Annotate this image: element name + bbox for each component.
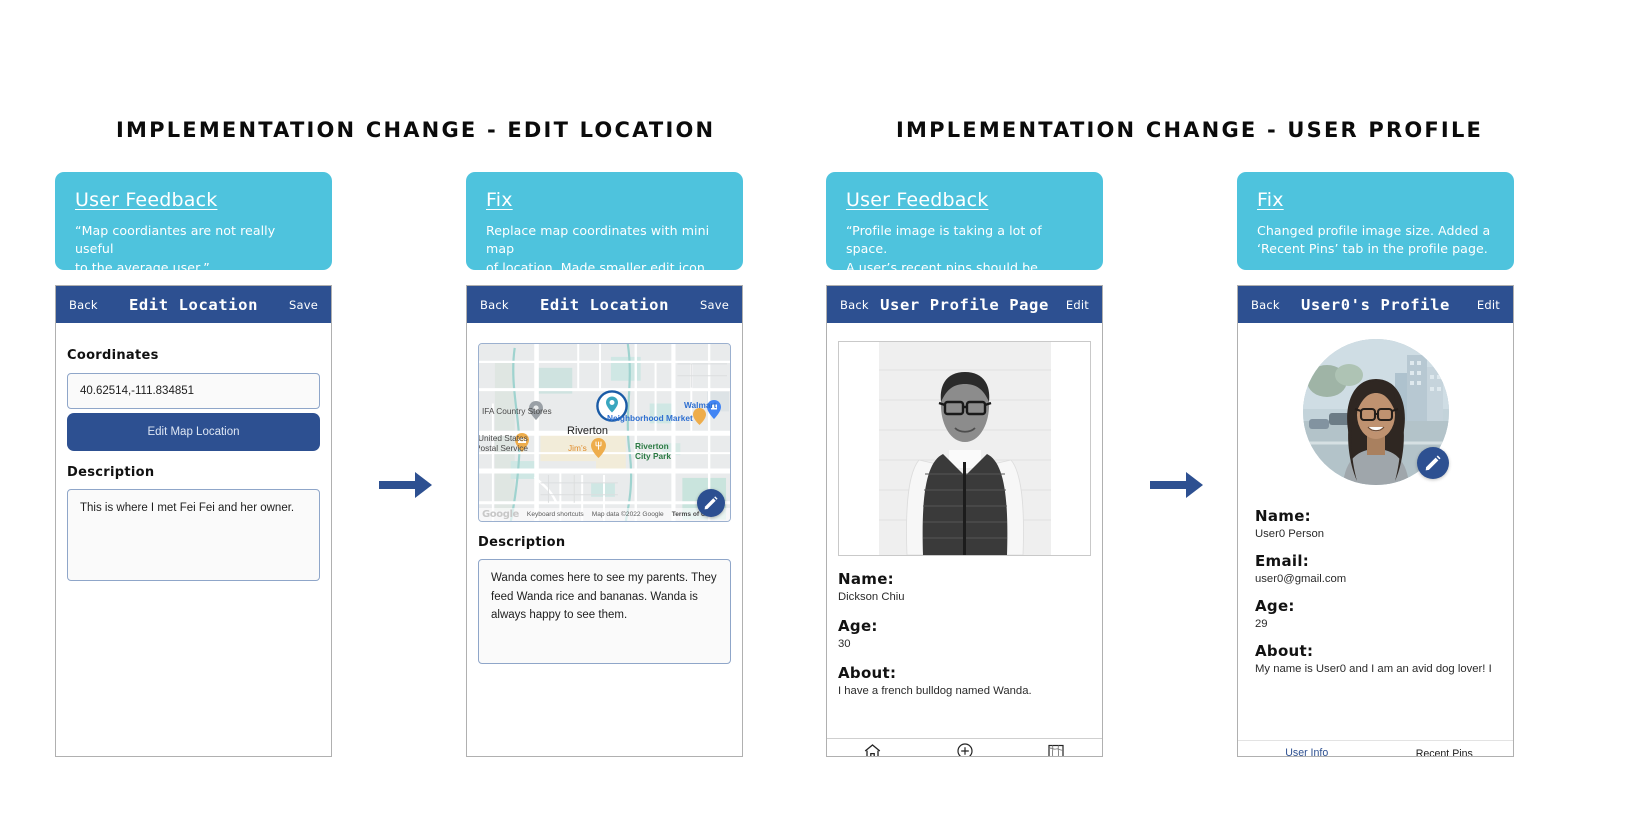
profile-fields: Name: Dickson Chiu Age: 30 About: I have…: [838, 570, 1091, 697]
tab-recent-pins[interactable]: Recent Pins: [1376, 748, 1514, 757]
map-data-text: Map data ©2022 Google: [591, 511, 664, 518]
mini-map[interactable]: IFA Country Stores Walmart Neighborhood …: [478, 343, 731, 522]
google-logo: Google: [482, 509, 519, 520]
keyboard-shortcuts-link[interactable]: Keyboard shortcuts: [527, 511, 584, 518]
name-value: Dickson Chiu: [838, 591, 905, 603]
map-label-riverton-park-line2: City Park: [635, 451, 671, 461]
back-button[interactable]: Back: [1251, 298, 1281, 312]
arrow-right-icon-2: [1150, 470, 1204, 505]
callout-body: Changed profile image size. Added a ‘Rec…: [1257, 223, 1491, 257]
edit-button[interactable]: Edit: [1470, 298, 1500, 312]
tab-add-dog[interactable]: Add Dog: [919, 743, 1011, 756]
page-title: Edit Location: [128, 295, 259, 314]
save-button[interactable]: Save: [699, 298, 729, 312]
callout-heading: Fix: [1257, 189, 1284, 211]
email-label: Email:: [1255, 552, 1310, 570]
avatar: [1302, 339, 1449, 485]
name-label: Name:: [838, 570, 894, 588]
page-title: User Profile Page: [880, 295, 1049, 314]
email-value: user0@gmail.com: [1255, 573, 1347, 585]
home-icon: [865, 743, 881, 756]
back-button[interactable]: Back: [840, 298, 870, 312]
tab-user-info[interactable]: User Info: [1238, 747, 1376, 757]
edit-button[interactable]: Edit: [1059, 298, 1089, 312]
back-button[interactable]: Back: [69, 298, 99, 312]
arrow-right-icon-1: [379, 470, 433, 505]
edit-avatar-fab[interactable]: [1416, 447, 1449, 479]
profile-segment-tabs: User Info Recent Pins: [1238, 740, 1514, 757]
phone-mockup-user-profile-before: Back User Profile Page Edit Name: Dickso…: [826, 285, 1103, 757]
map-label-jims: Jim’s: [568, 443, 587, 453]
plus-circle-icon: [956, 743, 973, 756]
map-label-ifa-country-stores: IFA Country Stores: [482, 406, 552, 416]
coordinates-input[interactable]: 40.62514,-111.834851: [67, 373, 320, 409]
screen-body: IFA Country Stores Walmart Neighborhood …: [467, 343, 742, 756]
callout-user-feedback-edit-location: User Feedback “Map coordiantes are not r…: [55, 172, 332, 275]
callout-body: “Map coordiantes are not really useful t…: [75, 223, 276, 275]
coordinates-label: Coordinates: [67, 348, 159, 363]
age-value: 30: [838, 638, 851, 650]
callout-heading: Fix: [486, 189, 513, 211]
map-label-riverton: Riverton: [567, 425, 608, 437]
callout-heading: User Feedback: [846, 189, 989, 211]
age-label: Age:: [1255, 597, 1295, 615]
screen-body: Name: Dickson Chiu Age: 30 About: I have…: [827, 341, 1102, 756]
description-textarea[interactable]: This is where I met Fei Fei and her owne…: [67, 489, 320, 581]
age-label: Age:: [838, 617, 878, 635]
navbar: Back Edit Location Save: [467, 286, 742, 323]
name-label: Name:: [1255, 507, 1311, 525]
about-label: About:: [1255, 642, 1314, 660]
profile-fields: Name: User0 Person Email: user0@gmail.co…: [1249, 507, 1502, 675]
navbar: Back Edit Location Save: [56, 286, 331, 323]
phone-mockup-edit-location-before: Back Edit Location Save Coordinates 40.6…: [55, 285, 332, 757]
screen-body: Coordinates 40.62514,-111.834851 Edit Ma…: [56, 348, 331, 756]
map-label-walmart: Walmart: [684, 400, 717, 410]
map-poi-pin-market: [693, 408, 706, 430]
section-title-user-profile: IMPLEMENTATION CHANGE - USER PROFILE: [896, 118, 1484, 142]
callout-fix-edit-location: Fix Replace map coordinates with mini ma…: [466, 172, 743, 275]
navbar: Back User0's Profile Edit: [1238, 286, 1513, 323]
page-title: User0's Profile: [1301, 295, 1450, 314]
map-icon: [1048, 744, 1064, 756]
edit-location-fab[interactable]: [697, 489, 725, 517]
slide-canvas: IMPLEMENTATION CHANGE - EDIT LOCATION IM…: [0, 0, 1650, 823]
about-value: My name is User0 and I am an avid dog lo…: [1255, 663, 1492, 675]
back-button[interactable]: Back: [480, 298, 510, 312]
tab-map[interactable]: Map: [1010, 744, 1102, 756]
save-button[interactable]: Save: [288, 298, 318, 312]
map-poi-pin-jims: [591, 438, 606, 463]
about-value: I have a french bulldog named Wanda.: [838, 685, 1032, 697]
description-textarea[interactable]: Wanda comes here to see my parents. They…: [478, 559, 731, 664]
page-title: Edit Location: [539, 295, 670, 314]
callout-user-feedback-user-profile: User Feedback “Profile image is taking a…: [826, 172, 1103, 293]
callout-fix-user-profile: Fix Changed profile image size. Added a …: [1237, 172, 1514, 270]
tab-home[interactable]: Home: [827, 743, 919, 756]
pencil-icon: [1425, 455, 1441, 471]
section-title-edit-location: IMPLEMENTATION CHANGE - EDIT LOCATION: [116, 118, 716, 142]
navbar: Back User Profile Page Edit: [827, 286, 1102, 323]
screen-body: Name: User0 Person Email: user0@gmail.co…: [1238, 339, 1514, 757]
edit-map-location-button[interactable]: Edit Map Location: [67, 413, 320, 451]
profile-photo-grayscale-icon: [878, 342, 1051, 555]
name-value: User0 Person: [1255, 528, 1325, 540]
pencil-icon: [704, 496, 718, 510]
callout-body: Replace map coordinates with mini map of…: [486, 223, 710, 275]
description-label: Description: [67, 465, 155, 480]
phone-mockup-user-profile-after: Back User0's Profile Edit Name: User0 Pe…: [1237, 285, 1514, 757]
description-label: Description: [478, 535, 566, 550]
map-label-riverton-park-line1: Riverton: [635, 441, 669, 451]
profile-photo-frame: [838, 341, 1091, 556]
map-label-neighborhood-market: Neighborhood Market: [607, 413, 693, 423]
phone-mockup-edit-location-after: Back Edit Location Save IFA Country Stor…: [466, 285, 743, 757]
age-value: 29: [1255, 618, 1268, 630]
map-label-postal-service: Postal Service: [478, 443, 529, 453]
callout-heading: User Feedback: [75, 189, 218, 211]
bottom-tab-bar: Home Add Dog Map: [827, 738, 1102, 756]
map-label-united-states: United States: [478, 433, 528, 443]
about-label: About:: [838, 664, 897, 682]
map-attribution-bar: Google Keyboard shortcuts Map data ©2022…: [479, 508, 730, 521]
